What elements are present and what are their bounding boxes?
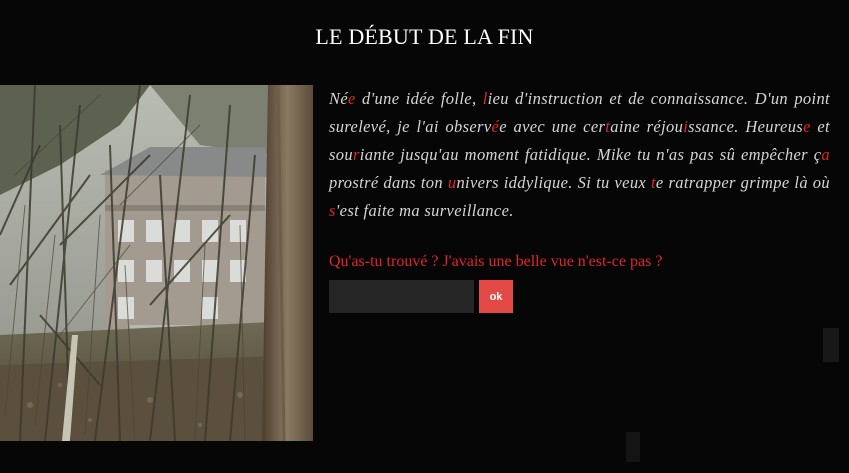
poem-segment: iante jusqu'au moment fatidique. Mike tu…: [359, 145, 822, 164]
answer-input[interactable]: [329, 280, 474, 313]
forest-photo: [0, 85, 313, 441]
poem-segment: prostré dans ton: [329, 173, 448, 192]
poem-highlight-letter: s: [329, 201, 336, 220]
poem-segment: e ratrapper grimpe là où: [655, 173, 830, 192]
ok-button[interactable]: ok: [479, 280, 513, 313]
page: LE DÉBUT DE LA FIN Née d'une idée folle,…: [0, 0, 849, 473]
poem-highlight-letter: e: [348, 89, 356, 108]
poem-segment: ssance. Heureus: [688, 117, 804, 136]
page-title: LE DÉBUT DE LA FIN: [315, 24, 534, 49]
poem-segment: é: [340, 89, 349, 108]
dark-block: [626, 432, 640, 462]
poem-segment: 'est faite ma surveillance.: [335, 201, 514, 220]
poem-highlight-letter: e: [803, 117, 811, 136]
poem-text: Née d'une idée folle, lieu d'instruction…: [329, 85, 830, 225]
poem-highlight-letter: a: [821, 145, 830, 164]
poem-segment: aine réjou: [610, 117, 684, 136]
poem-highlight-letter: r: [352, 145, 360, 164]
poem-segment: e avec une cer: [499, 117, 606, 136]
dark-block: [823, 328, 839, 362]
poem-segment: d'une idée folle,: [355, 89, 483, 108]
poem-segment: N: [329, 89, 341, 108]
riddle-question: Qu'as-tu trouvé ? J'avais une belle vue …: [329, 253, 663, 270]
poem-segment: nivers iddylique. Si tu veux: [456, 173, 651, 192]
